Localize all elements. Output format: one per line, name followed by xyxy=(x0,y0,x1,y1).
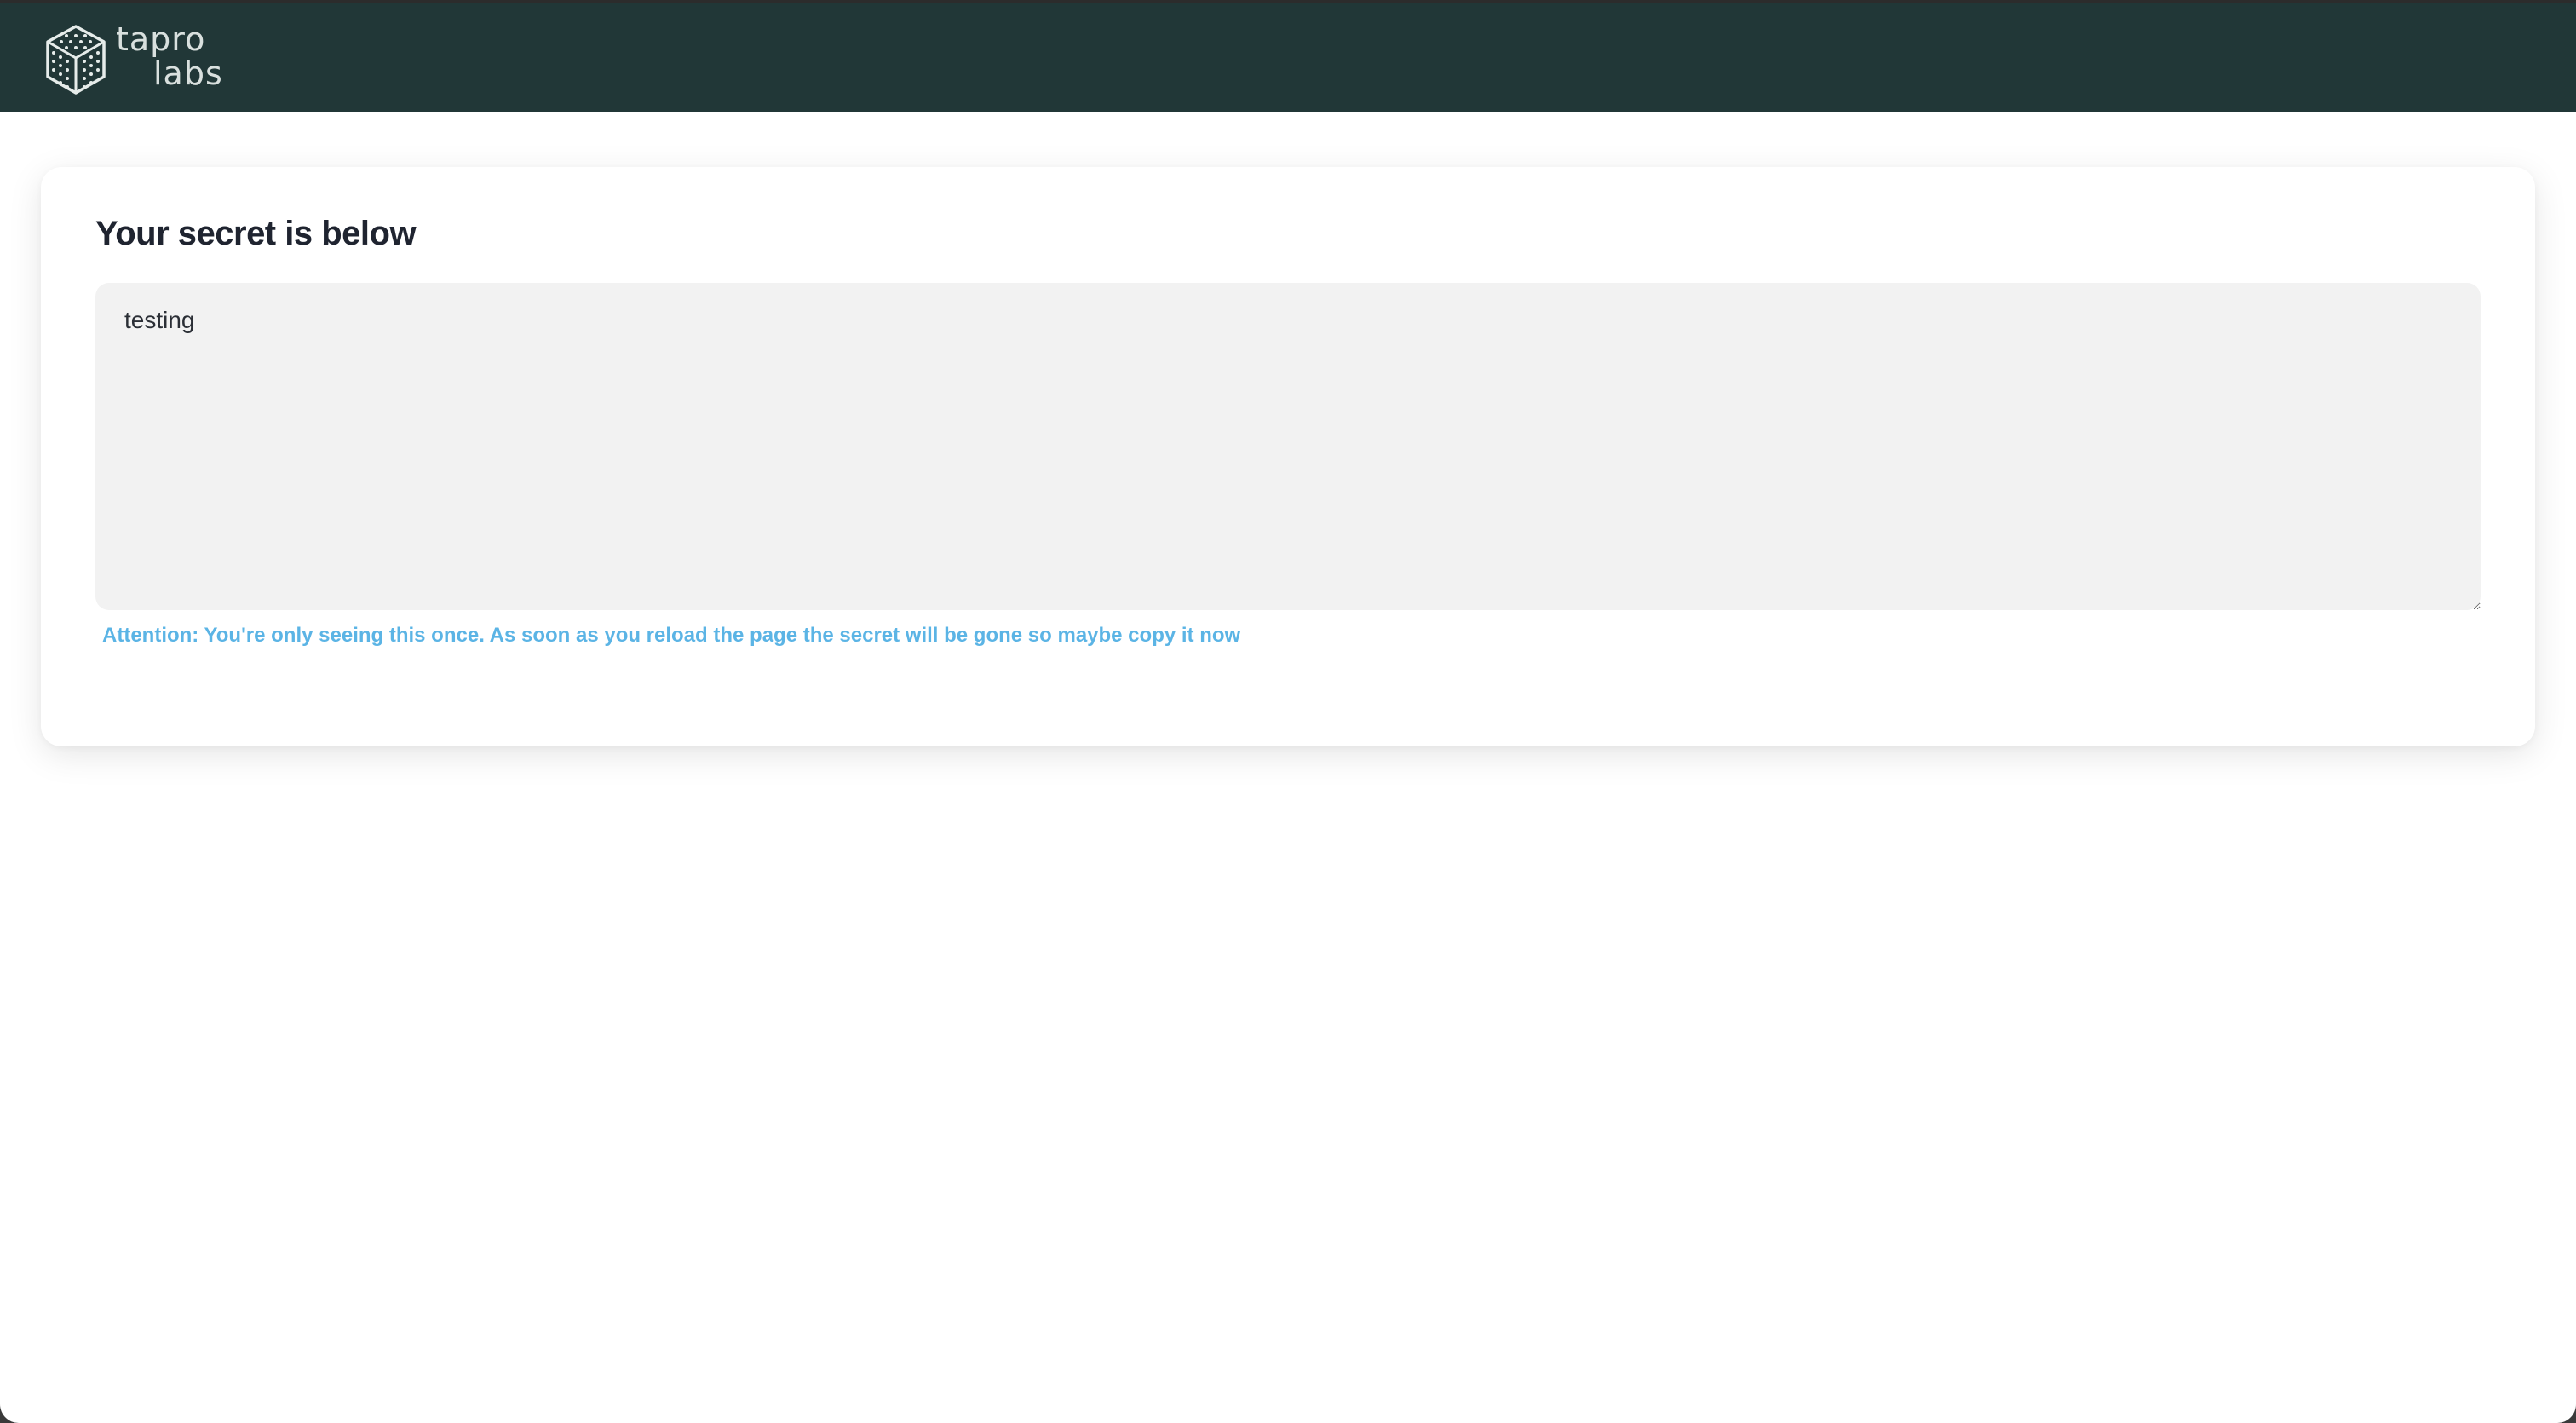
secret-textarea[interactable]: testing xyxy=(95,283,2481,610)
brand-name-line1: tapro xyxy=(116,20,206,58)
brand-logo[interactable]: tapro labs xyxy=(44,22,232,99)
top-navigation-bar: tapro labs xyxy=(0,3,2576,112)
page-title: Your secret is below xyxy=(95,215,417,252)
attention-message: Attention: You're only seeing this once.… xyxy=(102,624,1241,647)
cube-icon xyxy=(44,24,107,95)
brand-name: tapro labs xyxy=(116,22,223,90)
secret-card: Your secret is below testing Attention: … xyxy=(41,167,2535,746)
brand-name-line2: labs xyxy=(153,55,223,92)
app-window: tapro labs Your secret is below testing … xyxy=(0,0,2576,1423)
